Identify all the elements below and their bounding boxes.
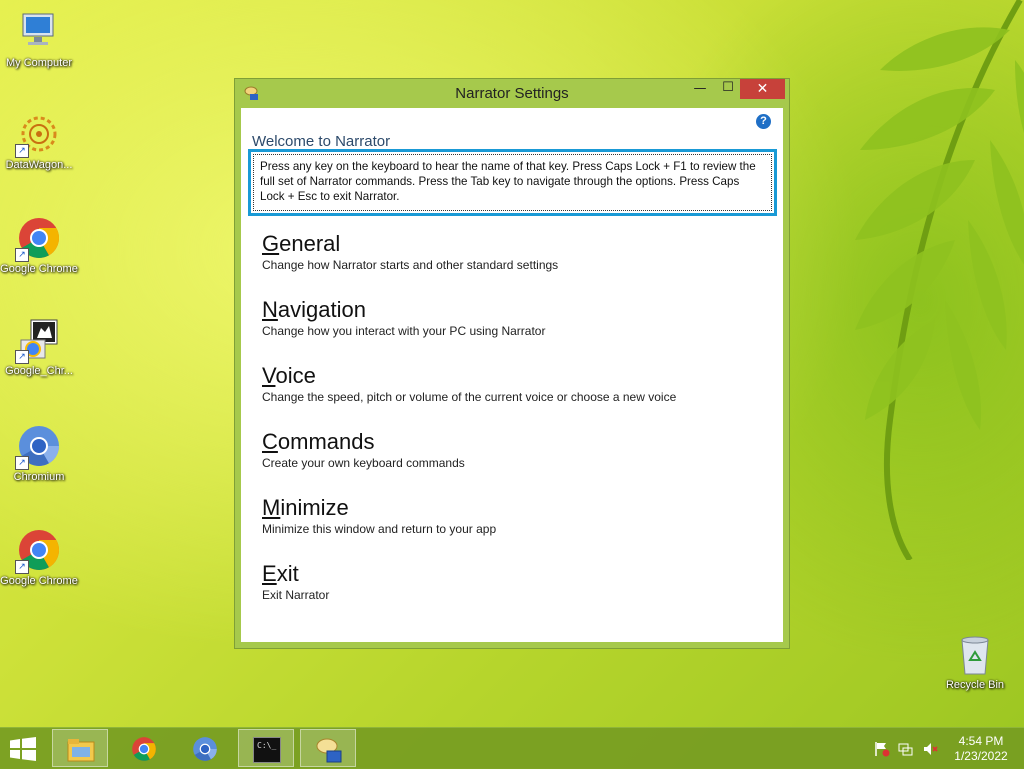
desktop-icon-google-chrome-2[interactable]: ↗ Google Chrome bbox=[0, 528, 79, 589]
desktop-icon-my-computer[interactable]: My Computer bbox=[0, 10, 79, 71]
shortcut-arrow-icon: ↗ bbox=[15, 144, 29, 158]
desktop-icon-label: Recycle Bin bbox=[945, 679, 1005, 691]
taskbar-narrator[interactable] bbox=[300, 729, 356, 767]
taskbar-command-prompt[interactable]: C:\_ bbox=[238, 729, 294, 767]
installer-icon: ↗ bbox=[15, 318, 61, 364]
chromium-icon: ↗ bbox=[15, 424, 61, 470]
menu-item-title: Commands bbox=[262, 429, 375, 454]
help-icon[interactable]: ? bbox=[756, 114, 771, 129]
desktop-icon-google-chrome[interactable]: ↗ Google Chrome bbox=[0, 216, 79, 277]
menu-item-commands[interactable]: Commands Create your own keyboard comman… bbox=[262, 429, 762, 471]
menu-item-title: General bbox=[262, 231, 341, 256]
description-box[interactable]: Press any key on the keyboard to hear th… bbox=[248, 149, 777, 216]
chrome-icon: ↗ bbox=[15, 216, 61, 262]
taskbar-chromium[interactable] bbox=[177, 729, 233, 767]
desktop-icon-datawagon[interactable]: ↗ DataWagon... bbox=[0, 112, 79, 173]
computer-icon bbox=[17, 10, 61, 54]
start-button[interactable] bbox=[8, 737, 38, 761]
menu-item-minimize[interactable]: Minimize Minimize this window and return… bbox=[262, 495, 762, 537]
recycle-bin-icon bbox=[953, 632, 997, 676]
menu-item-description: Change the speed, pitch or volume of the… bbox=[262, 390, 677, 404]
desktop-icon-label: Google_Chr... bbox=[5, 365, 73, 377]
menu-item-title: Voice bbox=[262, 363, 316, 388]
wallpaper-leaf bbox=[855, 0, 1024, 560]
desktop-icon-google-chrome-installer[interactable]: ↗ Google_Chr... bbox=[0, 318, 79, 379]
welcome-heading: Welcome to Narrator bbox=[252, 133, 391, 150]
shortcut-arrow-icon: ↗ bbox=[15, 248, 29, 262]
clock-time: 4:54 PM bbox=[958, 734, 1004, 748]
folder-icon bbox=[67, 737, 95, 763]
window-content: ? Welcome to Narrator Press any key on t… bbox=[241, 108, 783, 642]
narrator-settings-window: Narrator Settings — ☐ ✕ ? Welcome to Nar… bbox=[234, 78, 790, 649]
volume-muted-icon[interactable] bbox=[922, 741, 938, 757]
chromium-icon bbox=[191, 736, 219, 762]
taskbar-file-explorer[interactable] bbox=[52, 729, 108, 767]
chrome-icon: ↗ bbox=[15, 528, 61, 574]
desktop-icon-chromium[interactable]: ↗ Chromium bbox=[0, 424, 79, 485]
chrome-icon bbox=[130, 736, 158, 762]
menu-item-description: Create your own keyboard commands bbox=[262, 456, 465, 470]
desktop-icon-label: My Computer bbox=[5, 57, 73, 69]
action-center-flag-icon[interactable] bbox=[874, 741, 890, 757]
menu-item-exit[interactable]: Exit Exit Narrator bbox=[262, 561, 762, 603]
menu-item-title: Navigation bbox=[262, 297, 366, 322]
menu-item-title: Exit bbox=[262, 561, 299, 586]
maximize-button[interactable]: ☐ bbox=[715, 80, 741, 100]
title-bar[interactable]: Narrator Settings — ☐ ✕ bbox=[235, 79, 789, 107]
taskbar-google-chrome[interactable] bbox=[116, 729, 172, 767]
taskbar: C:\_ 4:54 PM 1/23/2022 bbox=[0, 727, 1024, 769]
close-button[interactable]: ✕ bbox=[740, 79, 785, 99]
desktop-icon-label: Chromium bbox=[13, 471, 65, 483]
description-text: Press any key on the keyboard to hear th… bbox=[253, 154, 772, 211]
cmd-icon: C:\_ bbox=[253, 737, 281, 763]
windows-logo-icon bbox=[10, 737, 36, 761]
menu-item-navigation[interactable]: Navigation Change how you interact with … bbox=[262, 297, 762, 339]
menu-item-description: Minimize this window and return to your … bbox=[262, 522, 497, 536]
menu-item-title: Minimize bbox=[262, 495, 349, 520]
shortcut-arrow-icon: ↗ bbox=[15, 560, 29, 574]
network-icon[interactable] bbox=[898, 741, 914, 757]
shortcut-arrow-icon: ↗ bbox=[15, 456, 29, 470]
menu-item-general[interactable]: General Change how Narrator starts and o… bbox=[262, 231, 762, 273]
shortcut-arrow-icon: ↗ bbox=[15, 350, 29, 364]
desktop-icon-label: Google Chrome bbox=[0, 263, 78, 275]
datawagon-icon: ↗ bbox=[15, 112, 61, 158]
taskbar-clock[interactable]: 4:54 PM 1/23/2022 bbox=[946, 734, 1016, 764]
desktop-icon-label: DataWagon... bbox=[5, 159, 73, 171]
menu-item-voice[interactable]: Voice Change the speed, pitch or volume … bbox=[262, 363, 762, 405]
narrator-icon bbox=[315, 737, 343, 763]
clock-date: 1/23/2022 bbox=[954, 749, 1008, 763]
menu-item-description: Change how you interact with your PC usi… bbox=[262, 324, 546, 338]
menu-item-description: Change how Narrator starts and other sta… bbox=[262, 258, 559, 272]
minimize-button[interactable]: — bbox=[687, 81, 713, 101]
desktop-icon-label: Google Chrome bbox=[0, 575, 78, 587]
menu-item-description: Exit Narrator bbox=[262, 588, 330, 602]
desktop-icon-recycle-bin[interactable]: Recycle Bin bbox=[935, 632, 1015, 693]
